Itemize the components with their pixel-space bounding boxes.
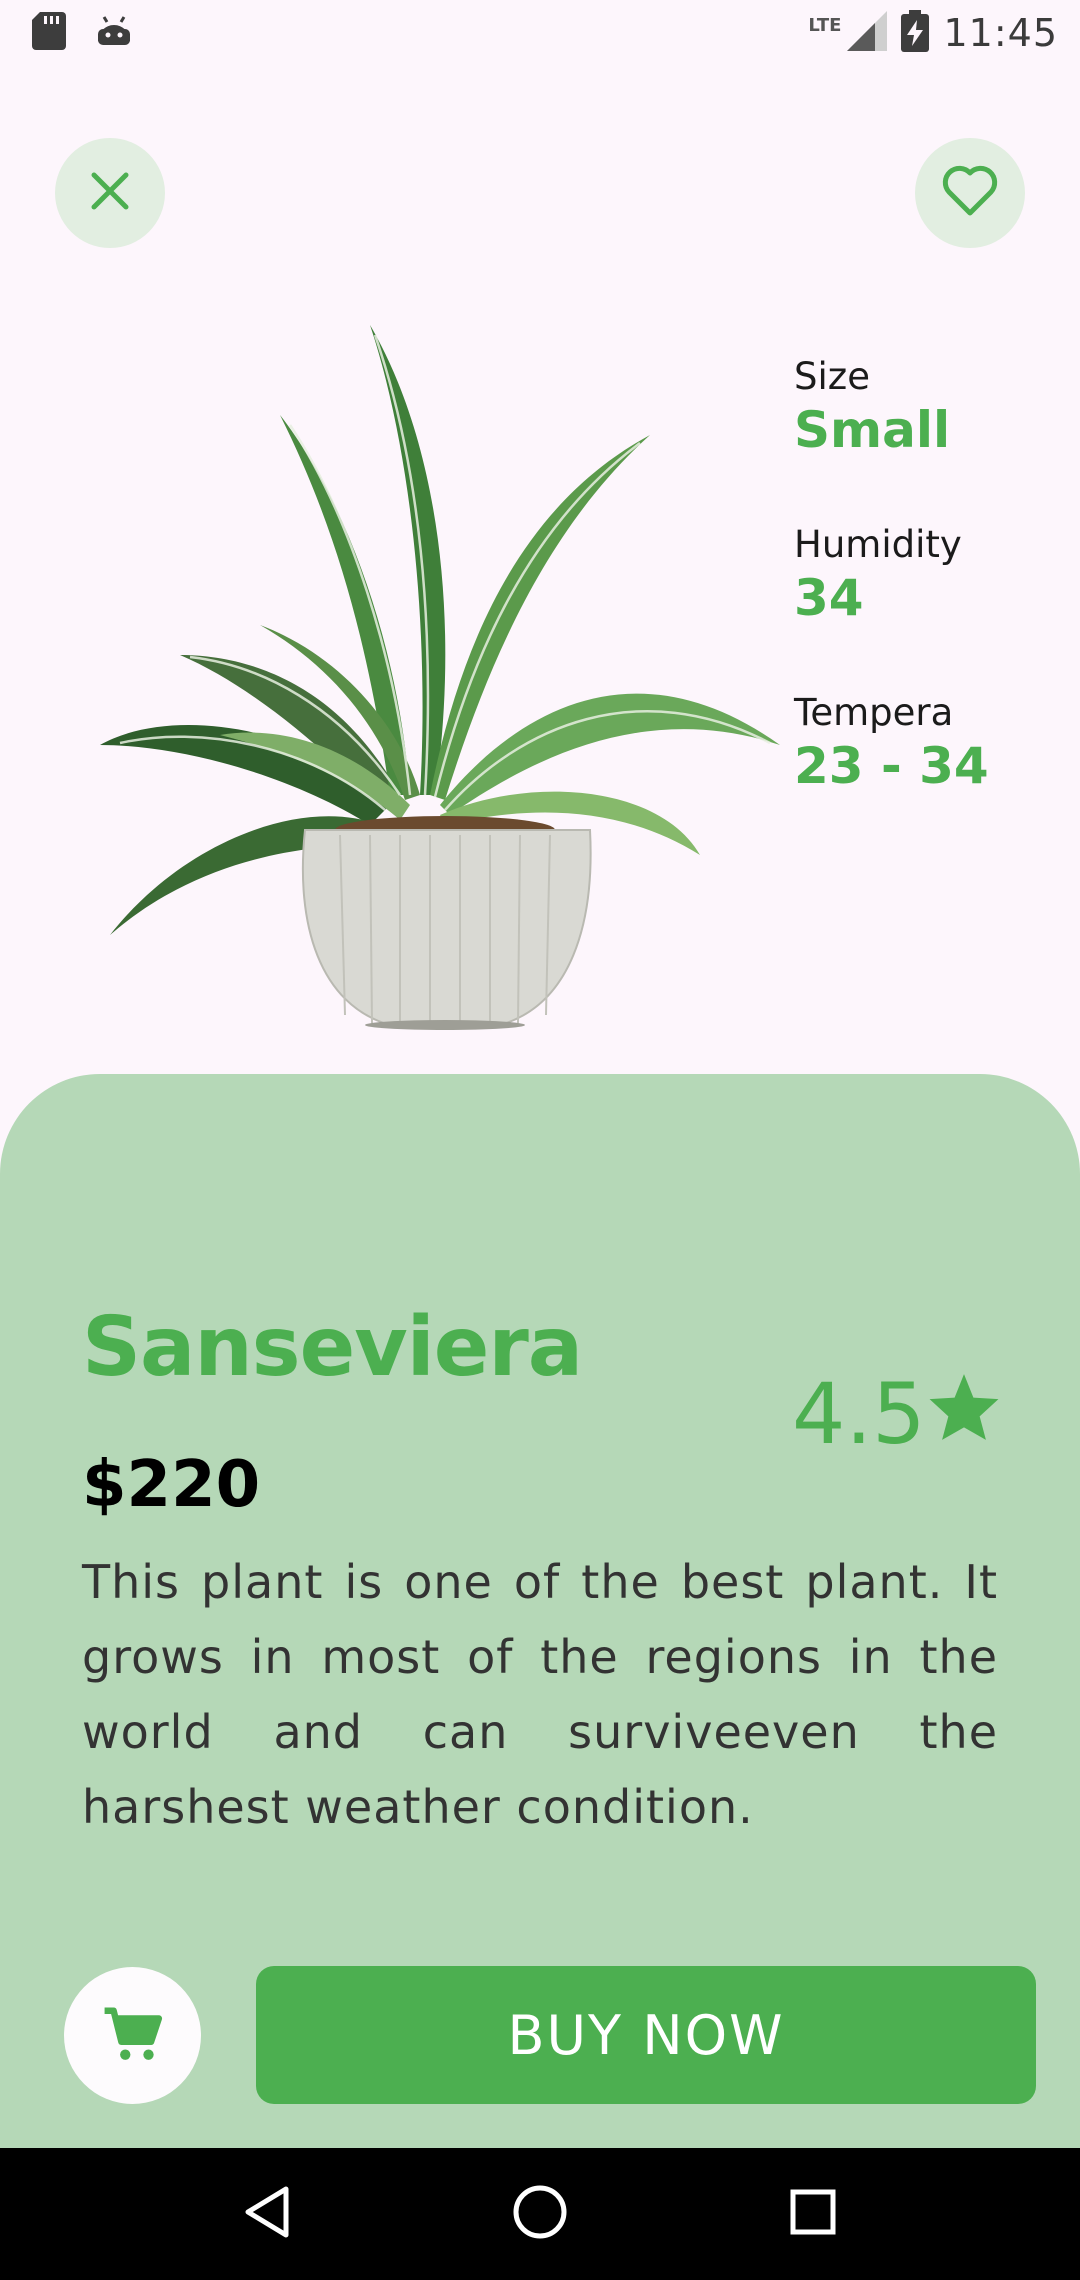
spec-value: 34 xyxy=(794,569,864,627)
recents-icon xyxy=(789,2188,837,2240)
spec-humidity: Humidity 34 xyxy=(794,523,1054,629)
cart-icon xyxy=(102,2005,164,2067)
spec-label: Size xyxy=(794,355,870,398)
status-bar: LTE 11:45 xyxy=(0,0,1080,66)
nav-recents-button[interactable] xyxy=(768,2169,858,2259)
network-type: LTE xyxy=(808,14,842,36)
system-nav-bar xyxy=(0,2148,1080,2280)
plant-description: This plant is one of the best plant. It … xyxy=(82,1555,998,1834)
signal-icon xyxy=(847,11,888,55)
back-icon xyxy=(242,2185,292,2243)
buy-now-button[interactable]: BUY NOW xyxy=(256,1966,1036,2104)
rating: 4.5 xyxy=(792,1365,1002,1463)
heart-outline-icon xyxy=(941,165,999,221)
spec-label: Tempera xyxy=(794,691,954,734)
price: $220 xyxy=(82,1448,261,1522)
spec-label: Humidity xyxy=(794,523,962,566)
home-icon xyxy=(512,2184,568,2244)
close-icon xyxy=(88,169,132,217)
spec-size: Size Small xyxy=(794,355,1054,461)
nav-home-button[interactable] xyxy=(495,2169,585,2259)
spec-value: Small xyxy=(794,401,951,459)
close-button[interactable] xyxy=(55,138,165,248)
nav-back-button[interactable] xyxy=(222,2169,312,2259)
status-time: 11:45 xyxy=(943,11,1058,55)
favorite-button[interactable] xyxy=(915,138,1025,248)
spec-temperature: Tempera 23 - 34 xyxy=(794,691,1054,797)
status-left-icons xyxy=(32,12,132,54)
plant-specs: Size Small Humidity 34 Tempera 23 - 34 xyxy=(794,355,1054,859)
buy-now-label: BUY NOW xyxy=(507,2003,785,2067)
android-icon xyxy=(96,13,132,53)
sd-card-icon xyxy=(32,12,66,54)
battery-charging-icon xyxy=(901,10,930,56)
rating-value: 4.5 xyxy=(792,1365,926,1463)
plant-name: Sanseviera xyxy=(82,1300,583,1395)
star-icon xyxy=(926,1365,1002,1463)
add-to-cart-button[interactable] xyxy=(64,1967,201,2104)
plant-image xyxy=(100,325,790,1030)
spec-value: 23 - 34 xyxy=(794,737,989,795)
status-right-icons: LTE 11:45 xyxy=(808,10,1058,56)
